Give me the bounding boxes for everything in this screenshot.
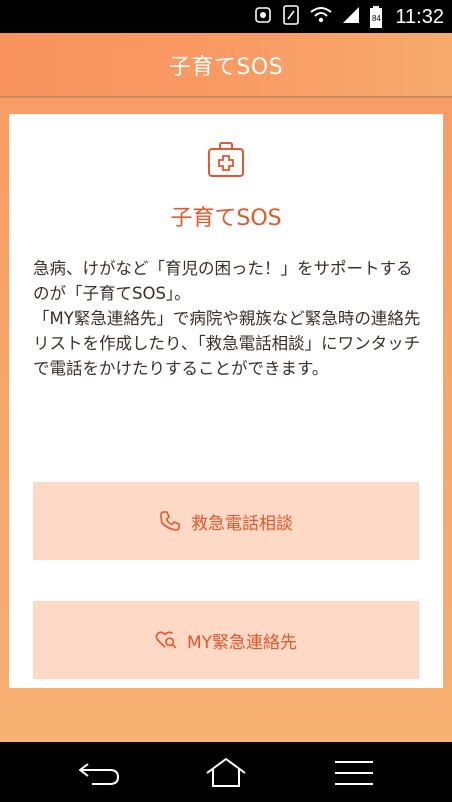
menu-icon[interactable] <box>331 756 377 790</box>
app-header: 子育てSOS <box>0 33 452 96</box>
wifi-icon <box>309 5 333 29</box>
app-notification-icon <box>253 5 273 29</box>
card-title: 子育てSOS <box>170 206 282 231</box>
battery-icon: 84 <box>369 6 383 28</box>
navigation-bar <box>0 742 452 802</box>
nfc-icon <box>281 4 301 30</box>
card-description: 急病、けがなど「育児の困った！」をサポートするのが「子育てSOS」。 「MY緊急… <box>33 259 421 378</box>
status-time: 11:32 <box>395 5 444 28</box>
sos-card: 子育てSOS 急病、けがなど「育児の困った！」をサポートするのが「子育てSOS」… <box>9 114 443 688</box>
app-screen: 子育てSOS 子育てSOS 急病、けがなど「育児の困った！」をサポートするのが「… <box>0 33 452 742</box>
emergency-consult-label: 救急電話相談 <box>191 513 293 534</box>
first-aid-kit-icon <box>206 140 246 180</box>
phone-icon <box>159 510 181 532</box>
status-bar: 84 11:32 <box>0 0 452 33</box>
back-icon[interactable] <box>76 756 122 790</box>
status-icons: 84 11:32 <box>253 4 444 30</box>
heart-search-icon <box>155 629 177 651</box>
my-emergency-contacts-label: MY緊急連絡先 <box>186 632 298 653</box>
header-title: 子育てSOS <box>168 54 284 80</box>
emergency-consult-button[interactable]: 救急電話相談 <box>33 482 419 560</box>
my-emergency-contacts-button[interactable]: MY緊急連絡先 <box>33 601 419 679</box>
battery-level: 84 <box>371 14 381 23</box>
home-icon[interactable] <box>203 756 249 790</box>
signal-icon <box>341 5 361 29</box>
header-divider <box>0 96 452 98</box>
